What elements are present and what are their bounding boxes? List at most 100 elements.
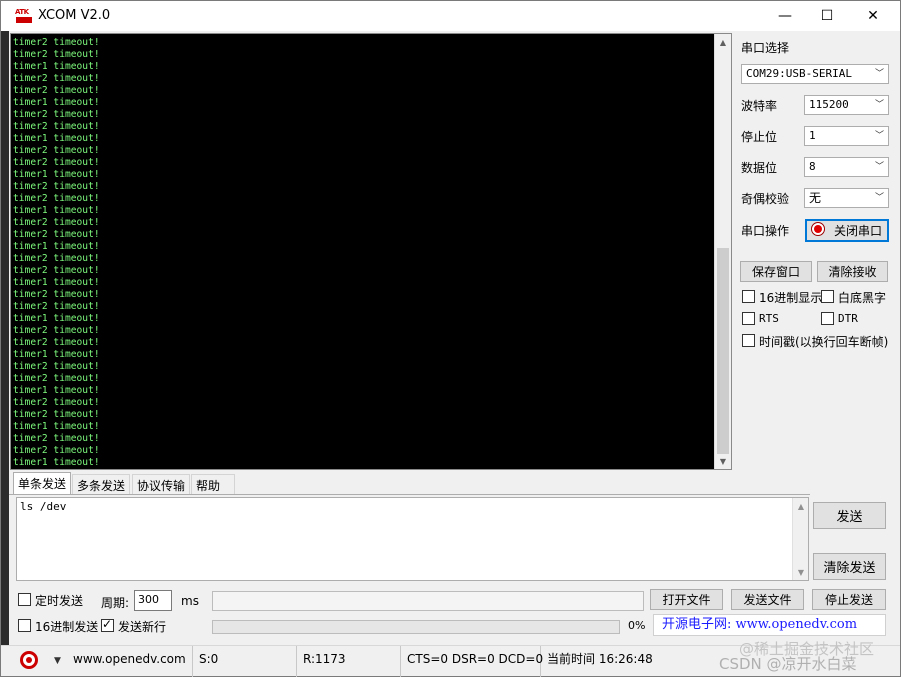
tab-single-send[interactable]: 单条发送 xyxy=(13,472,72,495)
receive-line: timer2 timeout! xyxy=(13,397,100,408)
receive-line: timer1 timeout! xyxy=(13,241,100,252)
tab-label: 多条发送 xyxy=(77,479,126,493)
close-port-label: 关闭串口 xyxy=(833,224,882,238)
receive-line: timer1 timeout! xyxy=(13,385,100,396)
receive-line: timer2 timeout! xyxy=(13,121,100,132)
window-title: XCOM V2.0 xyxy=(38,8,111,23)
port-select[interactable]: COM29:USB-SERIAL ﹀ xyxy=(741,64,889,84)
rts-checkbox[interactable] xyxy=(742,312,755,325)
baud-select[interactable]: 115200 ﹀ xyxy=(804,95,889,115)
receive-line: timer1 timeout! xyxy=(13,349,100,360)
dropdown-arrow-icon[interactable]: ▼ xyxy=(54,656,61,666)
receive-line: timer2 timeout! xyxy=(13,265,100,276)
tab-multi-send[interactable]: 多条发送 xyxy=(72,474,131,494)
scroll-up-icon[interactable]: ▲ xyxy=(793,499,809,513)
period-value: 300 xyxy=(138,593,159,606)
minimize-icon: — xyxy=(778,8,792,24)
period-input[interactable]: 300 xyxy=(134,590,172,611)
receive-line: timer2 timeout! xyxy=(13,289,100,300)
stop-bits-value: 1 xyxy=(809,129,816,142)
dtr-checkbox[interactable] xyxy=(821,312,834,325)
progress-percent: 0% xyxy=(628,619,646,632)
receive-line: timer2 timeout! xyxy=(13,229,100,240)
save-window-button[interactable]: 保存窗口 xyxy=(740,261,812,282)
scroll-thumb[interactable] xyxy=(717,248,729,454)
maximize-button[interactable]: ☐ xyxy=(804,1,850,31)
receive-line: timer2 timeout! xyxy=(13,109,100,120)
open-file-button[interactable]: 打开文件 xyxy=(650,589,723,610)
timestamp-checkbox[interactable] xyxy=(742,334,755,347)
white-bg-checkbox[interactable] xyxy=(821,290,834,303)
receive-line: timer2 timeout! xyxy=(13,337,100,348)
openedv-link[interactable]: 开源电子网: www.openedv.com xyxy=(653,614,886,636)
receive-line: timer1 timeout! xyxy=(13,97,100,108)
stop-bits-label: 停止位 xyxy=(741,130,778,144)
stop-send-button[interactable]: 停止发送 xyxy=(812,589,886,610)
send-input[interactable]: ls /dev ▲ ▼ xyxy=(16,497,809,581)
clear-receive-label: 清除接收 xyxy=(828,265,877,279)
status-received: R:1173 xyxy=(297,646,401,677)
data-bits-value: 8 xyxy=(809,160,816,173)
receive-line: timer1 timeout! xyxy=(13,61,100,72)
stop-send-label: 停止发送 xyxy=(824,593,873,607)
parity-select[interactable]: 无 ﹀ xyxy=(804,188,889,208)
dtr-label: DTR xyxy=(838,312,858,325)
hex-send-label: 16进制发送 xyxy=(35,620,99,634)
atk-logo-icon: ATK xyxy=(15,8,33,24)
clear-receive-button[interactable]: 清除接收 xyxy=(817,261,888,282)
file-path-field[interactable] xyxy=(212,591,644,611)
tab-help[interactable]: 帮助 xyxy=(191,474,235,494)
receive-scrollbar[interactable]: ▲ ▼ xyxy=(714,34,731,469)
xcom-window: ATK XCOM V2.0 — ☐ ✕ timer2 timeout! timer… xyxy=(0,0,901,677)
receive-area[interactable]: timer2 timeout! timer2 timeout! timer1 tim… xyxy=(10,33,732,470)
receive-line: timer2 timeout! xyxy=(13,325,100,336)
parity-label: 奇偶校验 xyxy=(741,192,790,206)
settings-gear-icon[interactable] xyxy=(20,651,38,669)
chevron-down-icon: ﹀ xyxy=(874,193,884,203)
timed-send-checkbox[interactable] xyxy=(18,593,31,606)
port-label: 串口选择 xyxy=(741,41,790,55)
receive-text: timer2 timeout! timer2 timeout! timer1 tim… xyxy=(13,37,100,469)
tab-protocol[interactable]: 协议传输 xyxy=(132,474,191,494)
hex-display-label: 16进制显示 xyxy=(759,291,823,305)
chevron-down-icon: ﹀ xyxy=(874,69,884,79)
data-bits-label: 数据位 xyxy=(741,161,778,175)
receive-line: timer2 timeout! xyxy=(13,37,100,48)
receive-line: timer1 timeout! xyxy=(13,277,100,288)
close-window-button[interactable]: ✕ xyxy=(850,1,896,31)
period-unit: ms xyxy=(181,594,199,608)
hex-send-checkbox[interactable] xyxy=(18,619,31,632)
timed-send-label: 定时发送 xyxy=(35,594,84,608)
scroll-up-icon[interactable]: ▲ xyxy=(715,34,731,50)
newline-send-checkbox[interactable] xyxy=(101,617,114,632)
receive-line: timer2 timeout! xyxy=(13,409,100,420)
stop-bits-select[interactable]: 1 ﹀ xyxy=(804,126,889,146)
minimize-button[interactable]: — xyxy=(762,1,808,31)
baud-value: 115200 xyxy=(809,98,849,111)
send-progress-bar xyxy=(212,620,620,634)
receive-line: timer1 timeout! xyxy=(13,205,100,216)
send-scrollbar[interactable]: ▲ ▼ xyxy=(792,498,808,580)
scroll-down-icon[interactable]: ▼ xyxy=(715,453,731,469)
scroll-down-icon[interactable]: ▼ xyxy=(793,565,809,579)
receive-line: timer2 timeout! xyxy=(13,73,100,84)
receive-line: timer1 timeout! xyxy=(13,169,100,180)
clear-send-button[interactable]: 清除发送 xyxy=(813,553,886,580)
data-bits-select[interactable]: 8 ﹀ xyxy=(804,157,889,177)
baud-label: 波特率 xyxy=(741,99,778,113)
receive-line: timer2 timeout! xyxy=(13,181,100,192)
status-url[interactable]: www.openedv.com xyxy=(67,646,193,677)
receive-line: timer2 timeout! xyxy=(13,49,100,60)
hex-display-checkbox[interactable] xyxy=(742,290,755,303)
chevron-down-icon: ﹀ xyxy=(874,100,884,110)
tab-label: 帮助 xyxy=(196,479,221,493)
send-file-label: 发送文件 xyxy=(743,593,792,607)
port-op-label: 串口操作 xyxy=(741,224,790,238)
receive-line: timer2 timeout! xyxy=(13,217,100,228)
parity-value: 无 xyxy=(809,191,822,205)
save-window-label: 保存窗口 xyxy=(751,265,800,279)
send-button[interactable]: 发送 xyxy=(813,502,886,529)
receive-line: timer2 timeout! xyxy=(13,253,100,264)
status-lines: CTS=0 DSR=0 DCD=0 xyxy=(401,646,543,677)
send-file-button[interactable]: 发送文件 xyxy=(731,589,804,610)
